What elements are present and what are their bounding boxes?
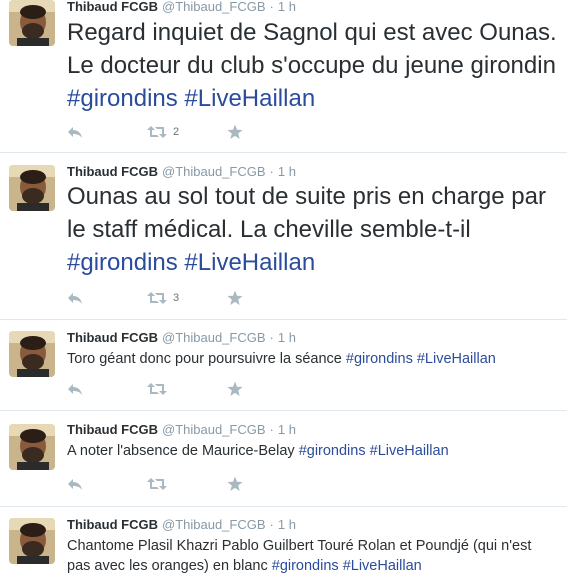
reply-icon — [68, 127, 82, 138]
reply-icon — [68, 293, 82, 304]
tweet-text: Toro géant donc pour poursuivre la séanc… — [67, 349, 561, 369]
hashtag-livehaillan[interactable]: #LiveHaillan — [343, 558, 422, 574]
tweet-header: Thibaud FCGB @Thibaud_FCGB · 1 h — [67, 0, 296, 15]
tweet-4[interactable]: Thibaud FCGB @Thibaud_FCGB · 1 h A noter l'… — [0, 411, 567, 507]
author-name[interactable]: Thibaud FCGB — [67, 517, 158, 532]
reply-icon — [68, 479, 82, 490]
tweet-body: Ounas au sol tout de suite pris en charg… — [67, 183, 546, 243]
retweet-icon — [147, 478, 167, 490]
hashtag-girondins[interactable]: #girondins — [299, 443, 366, 459]
retweet-button[interactable] — [147, 475, 167, 493]
avatar[interactable] — [9, 331, 55, 377]
retweet-button[interactable] — [147, 380, 167, 398]
hashtag-livehaillan[interactable]: #LiveHaillan — [184, 249, 315, 276]
author-handle[interactable]: @Thibaud_FCGB — [162, 517, 266, 532]
avatar[interactable] — [9, 165, 55, 211]
tweet-time[interactable]: 1 h — [278, 164, 296, 179]
reply-button[interactable] — [67, 380, 83, 398]
avatar[interactable] — [9, 424, 55, 470]
favorite-button[interactable] — [227, 475, 243, 493]
tweet-header: Thibaud FCGB @Thibaud_FCGB · 1 h — [67, 517, 296, 533]
reply-icon — [68, 384, 82, 395]
hashtag-girondins[interactable]: #girondins — [67, 249, 178, 276]
hashtag-girondins[interactable]: #girondins — [346, 351, 413, 367]
author-handle[interactable]: @Thibaud_FCGB — [162, 330, 266, 345]
retweet-icon — [147, 292, 167, 304]
tweet-2[interactable]: Thibaud FCGB @Thibaud_FCGB · 1 h Ounas au s… — [0, 153, 567, 320]
tweet-text: Ounas au sol tout de suite pris en charg… — [67, 180, 561, 279]
separator: · — [269, 330, 274, 345]
tweet-1[interactable]: Thibaud FCGB @Thibaud_FCGB · 1 h Regard inq… — [0, 0, 567, 153]
star-icon — [227, 290, 243, 305]
tweet-header: Thibaud FCGB @Thibaud_FCGB · 1 h — [67, 164, 296, 180]
tweet-timeline: Thibaud FCGB @Thibaud_FCGB · 1 h Regard inq… — [0, 0, 567, 586]
star-icon — [227, 381, 243, 396]
separator: · — [269, 164, 274, 179]
hashtag-girondins[interactable]: #girondins — [272, 558, 339, 574]
retweet-count: 3 — [173, 292, 180, 304]
hashtag-livehaillan[interactable]: #LiveHaillan — [184, 85, 315, 112]
separator: · — [269, 0, 274, 14]
hashtag-livehaillan[interactable]: #LiveHaillan — [370, 443, 449, 459]
avatar[interactable] — [9, 0, 55, 46]
reply-button[interactable] — [67, 289, 83, 307]
favorite-button[interactable] — [227, 380, 243, 398]
tweet-text: A noter l'absence de Maurice-Belay #giro… — [67, 441, 561, 461]
tweet-3[interactable]: Thibaud FCGB @Thibaud_FCGB · 1 h Toro géant… — [0, 320, 567, 411]
avatar[interactable] — [9, 518, 55, 564]
retweet-count: 2 — [173, 126, 180, 138]
author-handle[interactable]: @Thibaud_FCGB — [162, 422, 266, 437]
favorite-button[interactable] — [227, 123, 243, 141]
tweet-body: A noter l'absence de Maurice-Belay — [67, 443, 295, 459]
reply-button[interactable] — [67, 123, 83, 141]
hashtag-livehaillan[interactable]: #LiveHaillan — [417, 351, 496, 367]
retweet-button[interactable]: 2 — [147, 123, 179, 141]
author-name[interactable]: Thibaud FCGB — [67, 164, 158, 179]
author-handle[interactable]: @Thibaud_FCGB — [162, 0, 266, 14]
tweet-header: Thibaud FCGB @Thibaud_FCGB · 1 h — [67, 330, 296, 346]
tweet-time[interactable]: 1 h — [278, 0, 296, 14]
tweet-time[interactable]: 1 h — [278, 330, 296, 345]
retweet-icon — [147, 383, 167, 395]
author-handle[interactable]: @Thibaud_FCGB — [162, 164, 266, 179]
tweet-time[interactable]: 1 h — [278, 517, 296, 532]
retweet-icon — [147, 126, 167, 138]
tweet-text: Chantome Plasil Khazri Pablo Guilbert To… — [67, 536, 553, 576]
tweet-time[interactable]: 1 h — [278, 422, 296, 437]
author-name[interactable]: Thibaud FCGB — [67, 330, 158, 345]
hashtag-girondins[interactable]: #girondins — [67, 85, 178, 112]
tweet-body: Regard inquiet de Sagnol qui est avec Ou… — [67, 19, 557, 79]
tweet-header: Thibaud FCGB @Thibaud_FCGB · 1 h — [67, 422, 296, 438]
tweet-body: Toro géant donc pour poursuivre la séanc… — [67, 351, 342, 367]
author-name[interactable]: Thibaud FCGB — [67, 422, 158, 437]
separator: · — [269, 422, 274, 437]
author-name[interactable]: Thibaud FCGB — [67, 0, 158, 14]
star-icon — [227, 476, 243, 491]
tweet-text: Regard inquiet de Sagnol qui est avec Ou… — [67, 16, 561, 115]
retweet-button[interactable]: 3 — [147, 289, 179, 307]
favorite-button[interactable] — [227, 289, 243, 307]
separator: · — [269, 517, 274, 532]
tweet-5[interactable]: Thibaud FCGB @Thibaud_FCGB · 1 h Chantome P… — [0, 507, 567, 586]
star-icon — [227, 124, 243, 139]
reply-button[interactable] — [67, 475, 83, 493]
